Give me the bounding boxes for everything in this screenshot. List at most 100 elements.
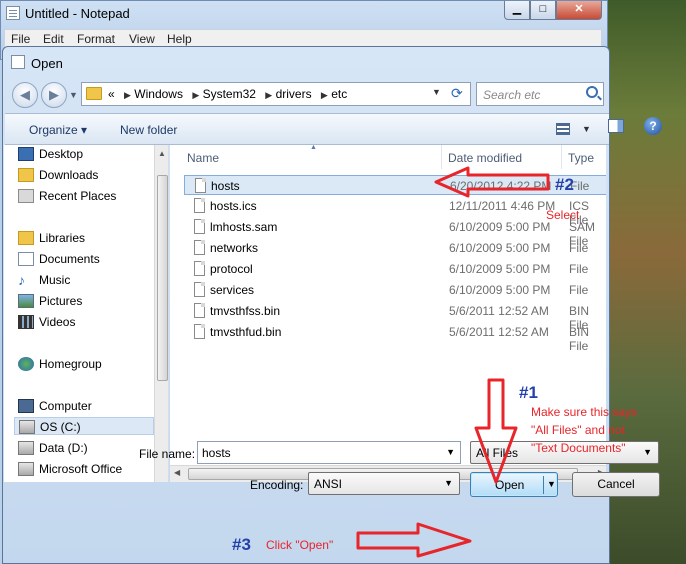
- new-folder-button[interactable]: New folder: [120, 123, 177, 137]
- nav-scroll-thumb[interactable]: [157, 175, 168, 381]
- address-dropdown-icon[interactable]: ▼: [432, 87, 441, 97]
- chevron-right-icon[interactable]: ▶: [192, 90, 199, 100]
- column-header-date-modified[interactable]: Date modified: [448, 151, 522, 165]
- cancel-button[interactable]: Cancel: [572, 472, 660, 497]
- column-divider[interactable]: [561, 145, 562, 169]
- menu-help[interactable]: Help: [167, 32, 192, 46]
- file-row[interactable]: services 6/10/2009 5:00 PM File: [184, 280, 606, 300]
- menu-view[interactable]: View: [129, 32, 155, 46]
- file-date: 6/10/2009 5:00 PM: [449, 241, 551, 255]
- nav-label: Desktop: [39, 147, 84, 161]
- nav-label: Videos: [39, 315, 76, 329]
- maximize-button[interactable]: □: [530, 1, 556, 20]
- menu-file[interactable]: File: [11, 32, 30, 46]
- organize-button[interactable]: Organize ▾: [29, 123, 87, 137]
- scroll-left-icon[interactable]: ◀: [174, 468, 180, 477]
- scroll-up-icon[interactable]: ▲: [158, 149, 166, 158]
- encoding-label: Encoding:: [250, 478, 304, 492]
- nav-item-homegroup[interactable]: Homegroup: [18, 355, 102, 373]
- nav-item-documents[interactable]: Documents: [18, 250, 100, 268]
- breadcrumb-drivers[interactable]: drivers: [276, 87, 312, 101]
- annotation-step2-number: #2: [555, 175, 574, 194]
- recent-locations-dropdown[interactable]: ▼: [69, 90, 78, 100]
- column-header-name[interactable]: Name: [187, 151, 219, 165]
- breadcrumb-windows[interactable]: Windows: [134, 87, 183, 101]
- chevron-down-icon[interactable]: ▼: [643, 447, 652, 457]
- nav-item-os-c[interactable]: OS (C:): [14, 417, 154, 435]
- nav-label: Data (D:): [39, 441, 88, 455]
- chevron-right-icon[interactable]: ▶: [321, 90, 328, 100]
- nav-label: Downloads: [39, 168, 99, 182]
- column-header-type[interactable]: Type: [568, 151, 594, 165]
- file-name: services: [210, 283, 255, 297]
- file-date: 12/11/2011 4:46 PM: [449, 199, 556, 213]
- nav-item-microsoft-office[interactable]: Microsoft Office: [18, 460, 123, 478]
- nav-item-computer[interactable]: Computer: [18, 397, 92, 415]
- search-icon[interactable]: [586, 86, 598, 98]
- back-button[interactable]: ◀: [12, 82, 38, 108]
- menu-edit[interactable]: Edit: [43, 32, 64, 46]
- nav-label: Pictures: [39, 294, 83, 308]
- notepad-titlebar: Untitled - Notepad ▁ □ ✕: [1, 1, 607, 27]
- forward-button[interactable]: ▶: [41, 82, 67, 108]
- navigation-pane: Desktop Downloads Recent Places Librarie…: [4, 145, 169, 482]
- file-type-value: All Files: [476, 446, 519, 460]
- nav-label: Libraries: [39, 231, 86, 245]
- nav-scrollbar[interactable]: ▲: [154, 145, 168, 482]
- file-name: hosts.ics: [210, 199, 257, 213]
- file-row[interactable]: protocol 6/10/2009 5:00 PM File: [184, 259, 606, 279]
- minimize-button[interactable]: ▁: [504, 1, 530, 20]
- file-name: protocol: [210, 262, 253, 276]
- file-row[interactable]: networks 6/10/2009 5:00 PM File: [184, 238, 606, 258]
- annotation-step2-text: Select: [546, 208, 580, 222]
- drive-icon: [19, 420, 35, 434]
- file-row[interactable]: lmhosts.sam 6/10/2009 5:00 PM SAM File: [184, 217, 606, 248]
- chevron-right-icon[interactable]: ▶: [265, 90, 272, 100]
- annotation-step1-line3: "Text Documents": [531, 441, 626, 455]
- help-icon[interactable]: ?: [644, 117, 662, 135]
- chevron-down-icon[interactable]: ▼: [446, 447, 455, 457]
- notepad-app-icon: [6, 6, 20, 20]
- file-row-hosts[interactable]: hosts 6/20/2012 4:22 PM File: [184, 175, 606, 195]
- file-row[interactable]: tmvsthfud.bin 5/6/2011 12:52 AM BIN File: [184, 322, 606, 353]
- refresh-icon[interactable]: ⟳: [451, 85, 463, 102]
- file-row[interactable]: tmvsthfss.bin 5/6/2011 12:52 AM BIN File: [184, 301, 606, 332]
- nav-label: Microsoft Office: [39, 462, 123, 476]
- nav-item-downloads[interactable]: Downloads: [18, 166, 99, 184]
- nav-item-libraries[interactable]: Libraries: [18, 229, 86, 247]
- file-type: File: [569, 241, 589, 255]
- nav-item-videos[interactable]: Videos: [18, 313, 76, 331]
- breadcrumb-overflow[interactable]: «: [108, 87, 115, 101]
- forward-arrow-icon: ▶: [49, 87, 59, 102]
- pictures-icon: [18, 294, 34, 308]
- column-divider[interactable]: [441, 145, 442, 169]
- nav-item-pictures[interactable]: Pictures: [18, 292, 83, 310]
- close-button[interactable]: ✕: [556, 1, 602, 20]
- open-button[interactable]: Open ▼: [470, 472, 558, 497]
- file-name: lmhosts.sam: [210, 220, 278, 234]
- change-view-icon[interactable]: [556, 123, 570, 135]
- sort-ascending-icon: ▲: [310, 145, 317, 151]
- view-options-dropdown-icon[interactable]: ▼: [582, 124, 591, 134]
- file-type: BIN File: [569, 325, 590, 353]
- search-input[interactable]: Search etc: [476, 82, 604, 106]
- address-bar[interactable]: « ▶ Windows ▶ System32 ▶ drivers ▶ etc ▼…: [81, 82, 471, 106]
- nav-item-recent-places[interactable]: Recent Places: [18, 187, 116, 205]
- open-options-dropdown-icon[interactable]: ▼: [547, 479, 556, 489]
- nav-label: OS (C:): [40, 420, 81, 434]
- file-name-input[interactable]: hosts ▼: [197, 441, 461, 464]
- breadcrumb-etc[interactable]: etc: [331, 87, 347, 101]
- encoding-select[interactable]: ANSI ▼: [308, 472, 460, 495]
- nav-item-music[interactable]: ♪ Music: [18, 271, 70, 289]
- file-icon: [194, 198, 205, 213]
- nav-label: Computer: [39, 399, 92, 413]
- nav-item-data-d[interactable]: Data (D:): [18, 439, 88, 457]
- encoding-value: ANSI: [314, 477, 343, 491]
- preview-pane-icon[interactable]: [608, 119, 624, 133]
- breadcrumb-system32[interactable]: System32: [203, 87, 256, 101]
- chevron-down-icon[interactable]: ▼: [444, 478, 453, 488]
- annotation-step1-number: #1: [519, 383, 538, 402]
- file-row[interactable]: hosts.ics 12/11/2011 4:46 PM ICS File: [184, 196, 606, 227]
- nav-item-desktop[interactable]: Desktop: [18, 145, 84, 163]
- menu-format[interactable]: Format: [77, 32, 115, 46]
